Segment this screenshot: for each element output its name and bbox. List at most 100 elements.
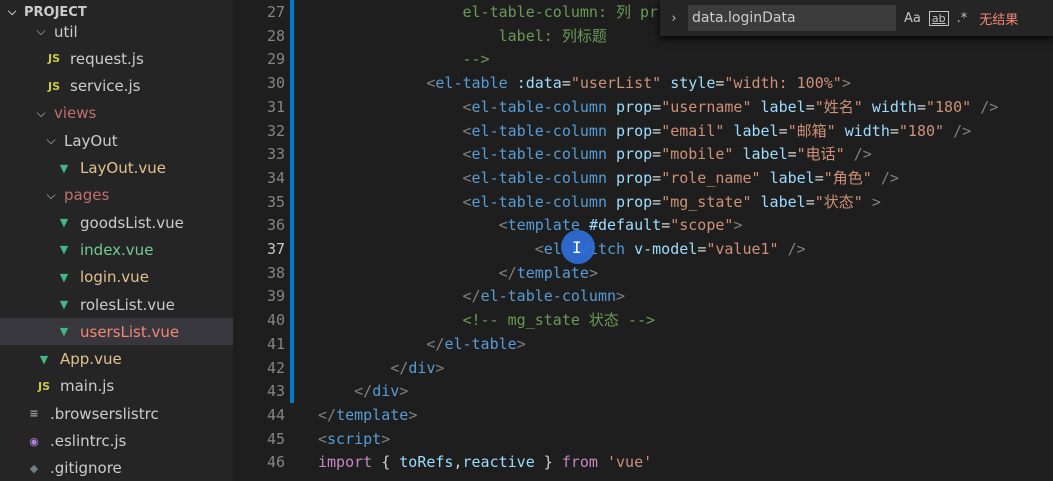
file-name: main.js bbox=[60, 377, 115, 396]
code-token: < bbox=[462, 145, 472, 164]
folder-util[interactable]: ⌵ util bbox=[0, 18, 233, 45]
code-editor[interactable]: el-table-column: 列 pr label: 列标题 --> <el… bbox=[293, 0, 1053, 481]
code-line[interactable]: <el-table-column prop="email" label="邮箱"… bbox=[318, 119, 972, 143]
code-token: el-table-column bbox=[471, 192, 607, 211]
js-icon: JS bbox=[37, 379, 50, 393]
code-token: "userList" bbox=[570, 74, 662, 93]
code-line[interactable]: label: 列标题 bbox=[318, 24, 607, 48]
file-name: pages bbox=[64, 186, 110, 205]
code-token: > bbox=[616, 287, 626, 306]
code-line[interactable]: <el-table-column prop="role_name" label=… bbox=[318, 166, 899, 190]
file-userslist-vue[interactable]: ▼usersList.vue1, M bbox=[0, 318, 233, 346]
find-result-status: 无结果 bbox=[979, 12, 1019, 28]
code-token: , bbox=[453, 453, 463, 472]
code-line[interactable]: --> bbox=[318, 47, 490, 71]
toggle-replace-chevron-icon[interactable]: › bbox=[660, 11, 688, 26]
code-line[interactable]: </div> bbox=[318, 356, 444, 380]
file-app-vue[interactable]: ▼ App.vue M bbox=[0, 346, 233, 373]
code-token: el-table bbox=[444, 334, 517, 353]
whole-word-toggle[interactable]: ab bbox=[928, 10, 949, 26]
js-icon: JS bbox=[47, 79, 60, 93]
code-token: = bbox=[916, 97, 926, 116]
folder-layout[interactable]: ⌵ LayOut bbox=[0, 127, 233, 154]
git-status-badge: M bbox=[217, 352, 233, 367]
git-icon: ◆ bbox=[29, 461, 39, 475]
line-number: 41 bbox=[266, 334, 285, 353]
code-token: "状态" bbox=[814, 192, 863, 211]
code-line[interactable]: <el-table :data="userList" style="width:… bbox=[318, 71, 850, 95]
code-token: prop bbox=[616, 192, 653, 211]
code-line[interactable]: <el-table-column prop="username" label="… bbox=[318, 95, 999, 119]
file-request-js[interactable]: JSrequest.jsM bbox=[0, 45, 233, 72]
code-token: = bbox=[652, 145, 662, 164]
file-goodslist-vue[interactable]: ▼ goodsList.vue bbox=[0, 209, 233, 236]
code-token: label: 列标题 bbox=[498, 26, 607, 45]
code-token: < bbox=[462, 192, 472, 211]
line-number: 39 bbox=[266, 287, 285, 306]
code-token: v-model bbox=[634, 240, 698, 258]
code-line[interactable]: </template> bbox=[318, 261, 598, 285]
match-case-toggle[interactable]: Aa bbox=[904, 11, 921, 26]
file-name: request.js bbox=[70, 49, 144, 68]
code-line[interactable]: <el-table-column prop="mg_state" label="… bbox=[318, 190, 881, 214]
code-token: > bbox=[399, 382, 409, 401]
code-token: div bbox=[408, 358, 436, 377]
file-eslintrc-js[interactable]: ◉ .eslintrc.js bbox=[0, 428, 233, 455]
code-line[interactable]: <script> bbox=[318, 427, 390, 451]
file-gitignore[interactable]: ◆ .gitignore bbox=[0, 455, 233, 481]
code-token: "scope" bbox=[670, 216, 734, 235]
code-line[interactable]: import { toRefs,reactive } from 'vue' bbox=[318, 450, 652, 474]
code-token: "mobile" bbox=[661, 145, 734, 164]
chevron-down-icon: ⌵ bbox=[8, 5, 17, 18]
file-roleslist-vue[interactable]: ▼ rolesList.vue bbox=[0, 291, 233, 318]
line-number: 29 bbox=[266, 50, 285, 69]
code-line[interactable]: </el-table> bbox=[318, 332, 525, 356]
code-line[interactable]: <!-- mg_state 状态 --> bbox=[318, 308, 656, 332]
code-token: </ bbox=[498, 263, 517, 282]
file-login-vue[interactable]: ▼login.vueM bbox=[0, 264, 233, 291]
file-main-js[interactable]: JS main.js bbox=[0, 373, 233, 400]
code-token: "username" bbox=[661, 97, 752, 116]
code-token: /> bbox=[787, 240, 806, 258]
code-token: toRefs bbox=[399, 453, 454, 472]
code-line[interactable]: </template> bbox=[318, 403, 417, 427]
code-line[interactable]: </el-table-column> bbox=[318, 284, 626, 308]
file-index-vue[interactable]: ▼index.vueU bbox=[0, 236, 233, 263]
code-line[interactable]: <template #default="scope"> bbox=[318, 213, 743, 237]
vue-icon: ▼ bbox=[59, 298, 69, 311]
code-token: style bbox=[670, 74, 716, 93]
file-name: views bbox=[54, 104, 97, 123]
file-name: .gitignore bbox=[50, 459, 122, 478]
config-icon: ≡ bbox=[29, 407, 39, 421]
code-token: </ bbox=[426, 334, 445, 353]
folder-views[interactable]: ⌵ views bbox=[0, 100, 233, 127]
regex-toggle[interactable]: .* bbox=[957, 11, 968, 26]
code-line[interactable]: el-table-column: 列 pr bbox=[318, 0, 659, 24]
code-token: import bbox=[318, 453, 373, 472]
file-browserslistrc[interactable]: ≡ .browserslistrc bbox=[0, 400, 233, 427]
code-line[interactable]: <el-table-column prop="mobile" label="电话… bbox=[318, 142, 872, 166]
file-layout-vue[interactable]: ▼LayOut.vueM bbox=[0, 155, 233, 182]
code-token: = bbox=[787, 145, 797, 164]
code-token: el-table-column bbox=[471, 168, 607, 187]
code-token: < bbox=[534, 240, 544, 258]
code-token: 'vue' bbox=[607, 453, 653, 472]
file-name: service.js bbox=[70, 77, 141, 96]
code-token: el-table-column bbox=[471, 121, 607, 140]
code-line[interactable]: </div> bbox=[318, 379, 408, 403]
file-name: usersList.vue bbox=[80, 322, 180, 341]
find-input[interactable] bbox=[688, 5, 896, 31]
folder-pages[interactable]: ⌵ pages bbox=[0, 182, 233, 209]
file-service-js[interactable]: JSservice.jsM bbox=[0, 73, 233, 100]
